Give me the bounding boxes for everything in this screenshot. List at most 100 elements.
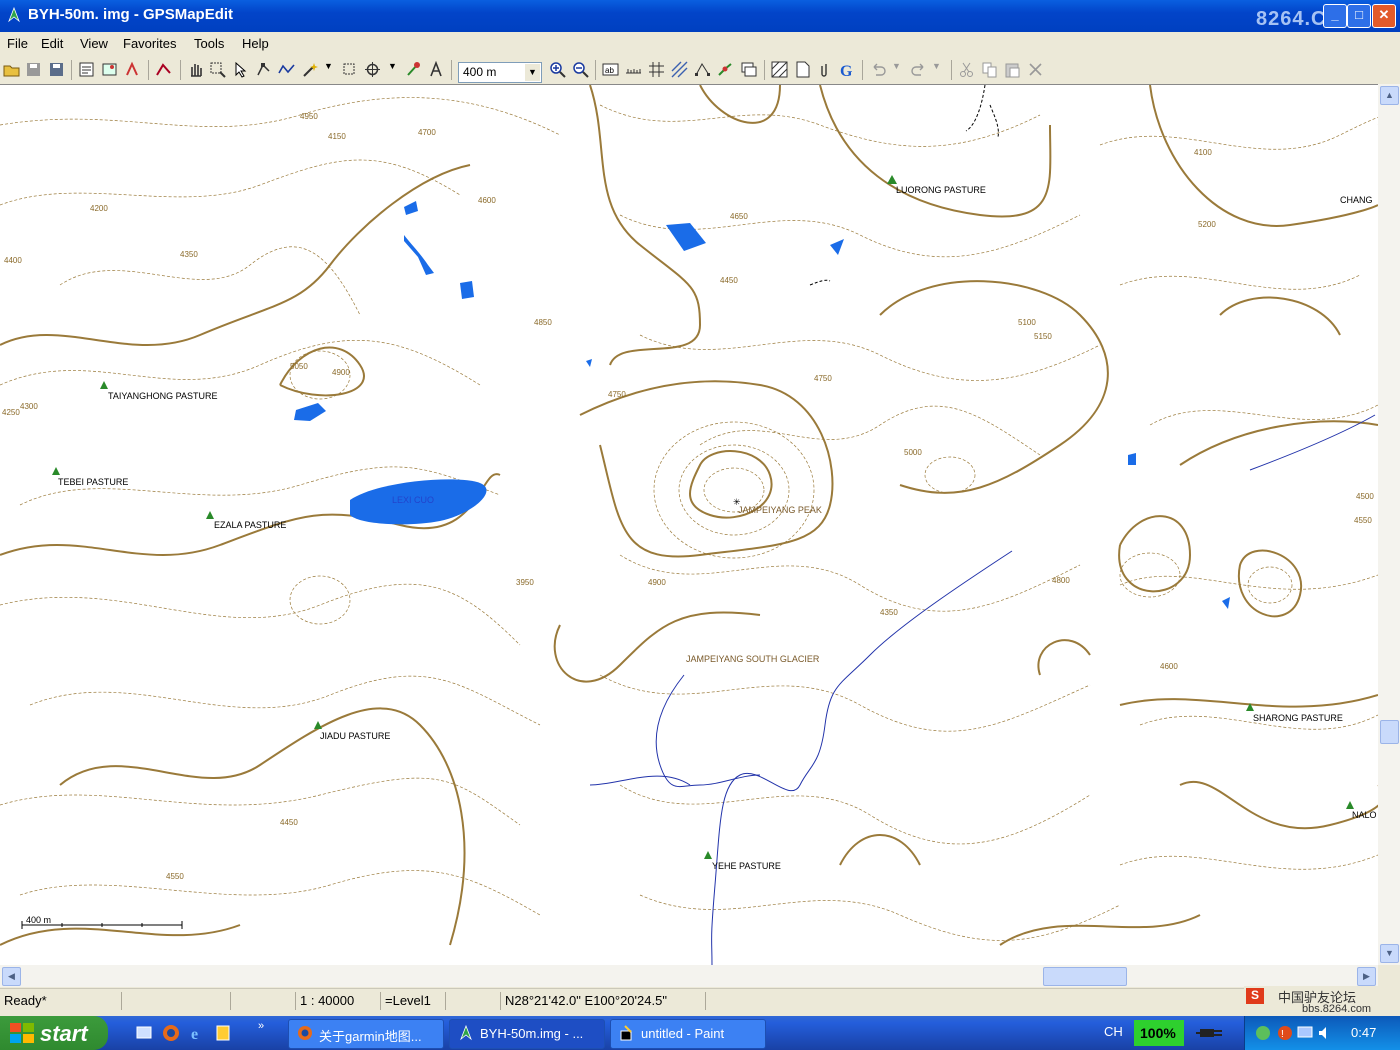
label-south-glacier[interactable]: JAMPEIYANG SOUTH GLACIER	[686, 654, 820, 664]
svg-text:e: e	[191, 1026, 198, 1042]
clock[interactable]: 0:47	[1351, 1025, 1376, 1040]
map-canvas[interactable]: LUORONG PASTURE CHANG TAIYANGHONG PASTUR…	[0, 84, 1378, 966]
select-icon[interactable]	[232, 61, 249, 78]
app-launch-icon[interactable]	[214, 1024, 232, 1042]
language-indicator[interactable]: CH	[1104, 1024, 1123, 1039]
label-jampeiyang-peak[interactable]: JAMPEIYANG PEAK	[738, 505, 822, 515]
transform-icon[interactable]	[124, 61, 141, 78]
svg-text:4750: 4750	[814, 374, 832, 383]
show-desktop-icon[interactable]	[136, 1025, 152, 1041]
page-icon[interactable]	[794, 61, 811, 78]
save-icon[interactable]	[25, 61, 42, 78]
chevron-down-icon[interactable]: ▼	[525, 64, 540, 81]
monitor-icon[interactable]	[1297, 1025, 1313, 1041]
label-jiadu-pasture[interactable]: JIADU PASTURE	[320, 731, 390, 741]
track-icon[interactable]	[155, 61, 172, 78]
measure-icon[interactable]	[625, 61, 642, 78]
task-firefox[interactable]: 关于garmin地图...	[288, 1019, 444, 1049]
svg-text:!: !	[1281, 1029, 1284, 1040]
toolbar-separator	[764, 60, 765, 80]
labels-toggle-icon[interactable]: ab	[602, 61, 619, 78]
topographic-map[interactable]: LUORONG PASTURE CHANG TAIYANGHONG PASTUR…	[0, 85, 1378, 966]
ie-icon[interactable]: e	[188, 1024, 206, 1042]
redo-icon[interactable]	[910, 61, 927, 78]
svg-text:G: G	[840, 63, 853, 78]
security-icon[interactable]: !	[1277, 1025, 1293, 1041]
label-yehe-pasture[interactable]: YEHE PASTURE	[712, 861, 781, 871]
scroll-left-icon[interactable]: ◀	[2, 967, 21, 986]
task-gpsmapedit[interactable]: BYH-50m.img - ...	[449, 1019, 605, 1049]
properties-icon[interactable]	[78, 61, 95, 78]
label-tebei-pasture[interactable]: TEBEI PASTURE	[58, 477, 128, 487]
quicklaunch-expand-icon[interactable]: »	[258, 1020, 264, 1032]
scroll-right-icon[interactable]: ▶	[1357, 967, 1376, 986]
menu-view[interactable]: View	[80, 36, 108, 51]
status-empty	[230, 992, 295, 1010]
edit-nodes-icon[interactable]	[255, 61, 272, 78]
nodes-icon[interactable]	[694, 61, 711, 78]
scroll-down-icon[interactable]: ▼	[1380, 944, 1399, 963]
close-button[interactable]: ✕	[1372, 4, 1396, 28]
crop-icon[interactable]	[341, 61, 358, 78]
scale-bar: 400 m	[21, 915, 183, 929]
horizontal-scrollbar[interactable]: ◀ ▶	[0, 965, 1378, 987]
open-icon[interactable]	[3, 61, 20, 78]
trail	[809, 279, 831, 286]
horizontal-scroll-thumb[interactable]	[1043, 967, 1127, 986]
label-nalo[interactable]: NALO	[1352, 810, 1377, 820]
volume-icon[interactable]	[1317, 1025, 1333, 1041]
paste-icon[interactable]	[1004, 61, 1021, 78]
label-taiyanghong-pasture[interactable]: TAIYANGHONG PASTURE	[108, 391, 218, 401]
map-properties-icon[interactable]	[101, 61, 118, 78]
raster-icon[interactable]	[771, 61, 788, 78]
save-as-icon[interactable]	[48, 61, 65, 78]
menu-help[interactable]: Help	[242, 36, 269, 51]
waypoint-icon[interactable]	[405, 61, 422, 78]
google-icon[interactable]: G	[838, 61, 855, 78]
hand-icon[interactable]	[187, 61, 204, 78]
label-icon[interactable]	[428, 61, 445, 78]
svg-text:4550: 4550	[1354, 516, 1372, 525]
cut-icon[interactable]	[958, 61, 975, 78]
firefox-icon[interactable]	[162, 1024, 180, 1042]
svg-text:4450: 4450	[280, 818, 298, 827]
vertical-scrollbar[interactable]: ▲ ▼	[1378, 84, 1400, 965]
power-plug-icon[interactable]	[1196, 1024, 1224, 1042]
start-button[interactable]: start	[0, 1016, 108, 1050]
menu-tools[interactable]: Tools	[194, 36, 224, 51]
scroll-up-icon[interactable]: ▲	[1380, 86, 1399, 105]
undo-icon[interactable]	[870, 61, 887, 78]
menu-file[interactable]: File	[7, 36, 28, 51]
label-lexi-cuo[interactable]: LEXI CUO	[392, 495, 434, 505]
move-icon[interactable]	[364, 61, 381, 78]
minimize-button[interactable]: _	[1323, 4, 1347, 28]
connect-icon[interactable]	[717, 61, 734, 78]
grid-icon[interactable]	[648, 61, 665, 78]
attach-icon[interactable]	[817, 61, 834, 78]
task-paint[interactable]: untitled - Paint	[610, 1019, 766, 1049]
zoom-rect-icon[interactable]	[209, 61, 226, 78]
label-sharong-pasture[interactable]: SHARONG PASTURE	[1253, 713, 1343, 723]
layers-icon[interactable]	[740, 61, 757, 78]
maximize-button[interactable]: □	[1347, 4, 1371, 28]
zoom-level-select[interactable]: 400 m ▼	[458, 62, 542, 83]
hatch-icon[interactable]	[671, 61, 688, 78]
dropdown-arrow-icon[interactable]: ▼	[892, 61, 909, 78]
copy-icon[interactable]	[981, 61, 998, 78]
dropdown-arrow-icon[interactable]: ▼	[324, 61, 341, 78]
zoom-in-icon[interactable]	[549, 61, 566, 78]
dropdown-arrow-icon[interactable]: ▼	[932, 61, 949, 78]
label-ezala-pasture[interactable]: EZALA PASTURE	[214, 520, 286, 530]
polyline-icon[interactable]	[278, 61, 295, 78]
network-icon[interactable]	[1255, 1025, 1271, 1041]
vertical-scroll-thumb[interactable]	[1380, 720, 1399, 744]
battery-indicator[interactable]: 100%	[1134, 1020, 1184, 1046]
magic-wand-icon[interactable]	[301, 61, 318, 78]
label-luorong-pasture[interactable]: LUORONG PASTURE	[896, 185, 986, 195]
label-chang[interactable]: CHANG	[1340, 195, 1373, 205]
zoom-out-icon[interactable]	[572, 61, 589, 78]
dropdown-arrow-icon[interactable]: ▼	[388, 61, 405, 78]
delete-icon[interactable]	[1027, 61, 1044, 78]
menu-edit[interactable]: Edit	[41, 36, 63, 51]
menu-favorites[interactable]: Favorites	[123, 36, 176, 51]
